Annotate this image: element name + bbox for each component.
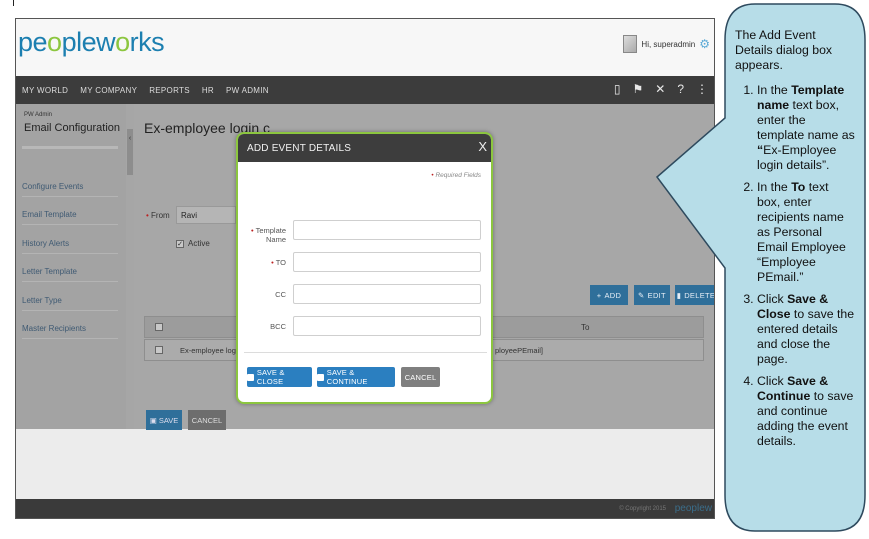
tutorial-slide: peopleworks Hi, superadmin ⚙ MY WORLD MY… bbox=[0, 0, 869, 539]
step-4: Click Save & Continue to save and contin… bbox=[757, 374, 855, 449]
sidebar-item-master-recipients[interactable]: Master Recipients bbox=[22, 324, 118, 339]
sidebar-item-email-template[interactable]: Email Template bbox=[22, 210, 118, 225]
nav-icons: ▯ ⚑ ✕ ? ⋮ bbox=[614, 82, 708, 96]
avatar[interactable] bbox=[623, 35, 638, 53]
help-icon[interactable]: ? bbox=[677, 82, 684, 96]
sidebar-collapse-handle[interactable]: ‹ bbox=[127, 129, 133, 175]
save-icon bbox=[317, 373, 324, 381]
to-label: • TO bbox=[271, 258, 286, 267]
from-label: • From bbox=[146, 211, 170, 220]
sidebar: PW Admin Email Configuration Configure E… bbox=[16, 104, 126, 429]
cc-label: CC bbox=[275, 290, 286, 299]
sidebar-item-letter-template[interactable]: Letter Template bbox=[22, 267, 118, 282]
required-fields-note: • Required Fields bbox=[431, 172, 481, 179]
nav-item-reports[interactable]: REPORTS bbox=[143, 86, 196, 95]
dialog-divider bbox=[244, 352, 487, 353]
active-checkbox-row[interactable]: ✓ Active bbox=[176, 239, 210, 248]
delete-button[interactable]: ▮ DELETE bbox=[675, 285, 714, 305]
add-event-details-dialog: ADD EVENT DETAILS X • Required Fields • … bbox=[236, 132, 493, 404]
cancel-button[interactable]: CANCEL bbox=[188, 410, 226, 430]
gear-icon[interactable]: ⚙ bbox=[699, 37, 710, 51]
callout-intro: The Add Event Details dialog box appears… bbox=[735, 28, 833, 72]
template-name-input[interactable] bbox=[293, 220, 481, 240]
save-and-close-button[interactable]: SAVE & CLOSE bbox=[247, 367, 312, 387]
row-to: ployeePEmail] bbox=[495, 346, 543, 355]
step-3: Click Save & Close to save the entered d… bbox=[757, 292, 855, 367]
sidebar-item-history-alerts[interactable]: History Alerts bbox=[22, 239, 118, 254]
from-field[interactable]: Ravi bbox=[176, 206, 236, 224]
user-menu[interactable]: Hi, superadmin ⚙ bbox=[623, 35, 710, 53]
save-button[interactable]: ▣ SAVE bbox=[146, 410, 182, 430]
callout-text: The Add Event Details dialog box appears… bbox=[735, 28, 855, 456]
nav-item-my-world[interactable]: MY WORLD bbox=[16, 86, 74, 95]
trash-icon: ▮ bbox=[676, 290, 682, 300]
close-icon[interactable]: X bbox=[478, 139, 487, 154]
bcc-input[interactable] bbox=[293, 316, 481, 336]
nav-item-hr[interactable]: HR bbox=[196, 86, 220, 95]
app-screenshot: peopleworks Hi, superadmin ⚙ MY WORLD MY… bbox=[15, 18, 715, 519]
template-name-label: • Template Name bbox=[250, 226, 286, 244]
flag-icon[interactable]: ⚑ bbox=[632, 82, 643, 96]
column-header-to[interactable]: To bbox=[581, 323, 589, 332]
top-header: peopleworks Hi, superadmin ⚙ bbox=[16, 19, 714, 76]
greeting: Hi, superadmin bbox=[641, 39, 696, 49]
sidebar-title: Email Configuration bbox=[24, 122, 120, 134]
instruction-steps: In the Template name text box, enter the… bbox=[735, 83, 855, 449]
dialog-cancel-button[interactable]: CANCEL bbox=[401, 367, 440, 387]
tools-icon[interactable]: ✕ bbox=[655, 82, 665, 96]
nav-item-my-company[interactable]: MY COMPANY bbox=[74, 86, 143, 95]
row-checkbox[interactable] bbox=[155, 346, 163, 354]
share-icon[interactable]: ⋮ bbox=[696, 82, 708, 96]
edit-button[interactable]: ✎ EDIT bbox=[634, 285, 670, 305]
peopleworks-logo[interactable]: peopleworks bbox=[18, 27, 165, 58]
required-marker: • bbox=[704, 170, 708, 180]
plus-icon: + bbox=[596, 290, 602, 300]
active-label: Active bbox=[188, 239, 210, 248]
add-button[interactable]: + ADD bbox=[590, 285, 628, 305]
dialog-title: ADD EVENT DETAILS bbox=[247, 143, 352, 154]
step-1: In the Template name text box, enter the… bbox=[757, 83, 855, 173]
cc-input[interactable] bbox=[293, 284, 481, 304]
bcc-label: BCC bbox=[270, 322, 286, 331]
select-all-checkbox[interactable] bbox=[155, 323, 163, 331]
active-checkbox[interactable]: ✓ bbox=[176, 239, 184, 248]
footer-logo: peoplew bbox=[674, 503, 712, 514]
sidebar-divider bbox=[22, 146, 118, 149]
copyright-text: © Copyright 2015 bbox=[619, 506, 666, 512]
dialog-header: ADD EVENT DETAILS X bbox=[238, 134, 491, 162]
pencil-icon: ✎ bbox=[638, 290, 645, 300]
step-2: In the To text box, enter recipients nam… bbox=[757, 180, 855, 285]
save-and-continue-button[interactable]: SAVE & CONTINUE bbox=[317, 367, 395, 387]
sidebar-item-configure-events[interactable]: Configure Events bbox=[22, 182, 118, 197]
save-icon bbox=[247, 373, 254, 381]
to-input[interactable] bbox=[293, 252, 481, 272]
sidebar-subtitle: PW Admin bbox=[24, 112, 53, 118]
nav-item-pw-admin[interactable]: PW ADMIN bbox=[220, 86, 275, 95]
page-footer: © Copyright 2015 peoplew bbox=[16, 499, 714, 518]
sidebar-item-letter-type[interactable]: Letter Type bbox=[22, 296, 118, 311]
main-nav: MY WORLD MY COMPANY REPORTS HR PW ADMIN … bbox=[16, 76, 714, 104]
cursor-mark bbox=[13, 0, 14, 6]
book-icon[interactable]: ▯ bbox=[614, 82, 621, 96]
save-icon: ▣ bbox=[149, 415, 157, 425]
